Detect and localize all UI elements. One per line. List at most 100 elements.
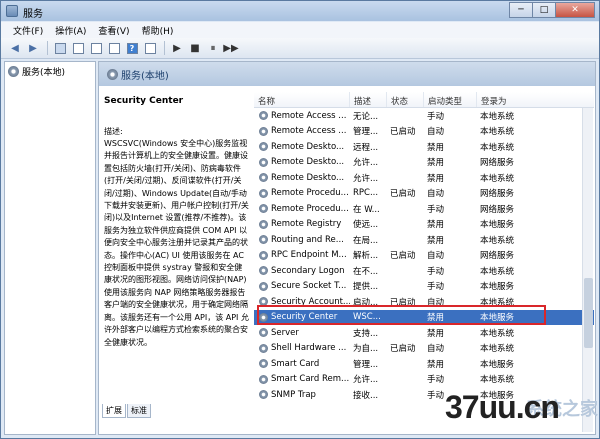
gear-icon: [259, 142, 268, 152]
service-description: 解析...: [353, 251, 379, 262]
menu-help[interactable]: 帮助(H): [136, 22, 180, 38]
tab-standard[interactable]: 标准: [127, 404, 151, 418]
service-name: Server: [254, 328, 350, 338]
gear-icon: [259, 281, 268, 291]
console-tree: 服务(本地): [4, 61, 96, 435]
service-log-on-as: 本地系统: [480, 111, 515, 122]
service-log-on-as: 本地系统: [480, 173, 515, 184]
start-service-icon[interactable]: ▶: [169, 40, 185, 56]
table-row[interactable]: Remote Deskto... 允许... 禁用 网络服务: [254, 155, 594, 171]
service-status: 已启动: [390, 251, 416, 262]
table-row[interactable]: Secure Socket T... 提供... 手动 本地服务: [254, 279, 594, 295]
properties-icon[interactable]: [70, 40, 86, 56]
table-row[interactable]: Remote Access ... 管理... 已启动 自动 本地系统: [254, 124, 594, 140]
service-startup-type: 禁用: [427, 220, 445, 231]
help-icon[interactable]: ?: [124, 40, 140, 56]
service-name: Remote Deskto...: [254, 173, 350, 183]
service-name-text: Remote Access ...: [271, 110, 347, 121]
table-row[interactable]: Shell Hardware ... 为自... 已启动 自动 本地系统: [254, 341, 594, 357]
table-row[interactable]: Remote Registry 使远... 禁用 本地服务: [254, 217, 594, 233]
service-log-on-as: 本地系统: [480, 142, 515, 153]
service-startup-type: 禁用: [427, 359, 445, 370]
service-startup-type: 手动: [427, 375, 445, 386]
toolbar: ◀ ▶ ? ▶ ■ ⏸ ▶▶: [1, 38, 599, 59]
service-log-on-as: 本地系统: [480, 127, 515, 138]
table-row[interactable]: Remote Access ... 无论... 手动 本地系统: [254, 108, 594, 124]
service-name-text: Remote Deskto...: [271, 141, 345, 152]
service-name: Shell Hardware ...: [254, 343, 350, 353]
service-description: 允许...: [353, 375, 379, 386]
service-name: RPC Endpoint M...: [254, 250, 350, 260]
column-log-on-as[interactable]: 登录为: [477, 92, 594, 107]
close-button[interactable]: ✕: [555, 2, 595, 18]
table-row[interactable]: Remote Procedu... 在 W... 手动 网络服务: [254, 201, 594, 217]
service-log-on-as: 网络服务: [480, 204, 515, 215]
service-name-text: SNMP Trap: [271, 389, 316, 400]
scrollbar-thumb[interactable]: [584, 278, 593, 348]
service-description: 管理...: [353, 359, 379, 370]
minimize-button[interactable]: ─: [509, 2, 533, 18]
export-list-icon[interactable]: [106, 40, 122, 56]
service-name: Secondary Logon: [254, 266, 350, 276]
service-name-text: Remote Access ...: [271, 126, 347, 137]
service-startup-type: 自动: [427, 189, 445, 200]
refresh-icon[interactable]: [88, 40, 104, 56]
table-row[interactable]: Secondary Logon 在不... 手动 本地系统: [254, 263, 594, 279]
pause-service-icon[interactable]: ⏸: [205, 40, 221, 56]
service-title: Security Center: [104, 96, 184, 106]
service-status: 已启动: [390, 344, 416, 355]
services-window: 服务 ─ □ ✕ 文件(F) 操作(A) 查看(V) 帮助(H) ◀ ▶ ? ▶…: [0, 0, 600, 439]
menu-view[interactable]: 查看(V): [92, 22, 135, 38]
pane-header-title: 服务(本地): [121, 70, 169, 82]
service-description: 远程...: [353, 142, 379, 153]
table-row[interactable]: Remote Deskto... 远程... 禁用 本地系统: [254, 139, 594, 155]
table-row[interactable]: Remote Procedu... RPC... 已启动 自动 网络服务: [254, 186, 594, 202]
service-name-text: RPC Endpoint M...: [271, 250, 347, 261]
table-row[interactable]: Smart Card Rem... 允许... 手动 本地系统: [254, 372, 594, 388]
table-row[interactable]: Smart Card 管理... 禁用 本地服务: [254, 356, 594, 372]
menu-file[interactable]: 文件(F): [7, 22, 49, 38]
gear-icon: [259, 204, 268, 214]
service-description: RPC...: [353, 188, 379, 199]
maximize-button[interactable]: □: [532, 2, 556, 18]
console-tree-icon[interactable]: [52, 40, 68, 56]
table-row[interactable]: Remote Deskto... 允许... 禁用 本地系统: [254, 170, 594, 186]
column-status[interactable]: 状态: [387, 92, 424, 107]
vertical-scrollbar[interactable]: [582, 108, 593, 432]
gear-icon: [107, 68, 118, 80]
gear-icon: [259, 219, 268, 229]
gear-icon: [259, 359, 268, 369]
service-startup-type: 手动: [427, 111, 445, 122]
column-description[interactable]: 描述: [350, 92, 387, 107]
service-name-text: Remote Procedu...: [271, 203, 349, 214]
service-name-text: Secondary Logon: [271, 265, 345, 276]
service-log-on-as: 本地系统: [480, 344, 515, 355]
table-row[interactable]: Server 支持... 禁用 本地系统: [254, 325, 594, 341]
description-label: 描述:: [104, 127, 123, 136]
highlight-annotation: [257, 305, 546, 325]
tree-item-label: 服务(本地): [22, 68, 66, 78]
service-name-text: Server: [271, 327, 299, 338]
service-name: Remote Deskto...: [254, 157, 350, 167]
forward-icon[interactable]: ▶: [25, 40, 41, 56]
restart-service-icon[interactable]: ▶▶: [223, 40, 239, 56]
service-log-on-as: 网络服务: [480, 251, 515, 262]
service-name: Remote Access ...: [254, 111, 350, 121]
column-startup-type[interactable]: 启动类型: [424, 92, 477, 107]
title-bar[interactable]: 服务 ─ □ ✕: [1, 1, 599, 21]
service-name: Remote Access ...: [254, 126, 350, 136]
service-status: 已启动: [390, 189, 416, 200]
service-name-text: Secure Socket T...: [271, 281, 347, 292]
back-icon[interactable]: ◀: [7, 40, 23, 56]
service-log-on-as: 本地系统: [480, 375, 515, 386]
stop-service-icon[interactable]: ■: [187, 40, 203, 56]
service-description: 无论...: [353, 111, 379, 122]
table-row[interactable]: RPC Endpoint M... 解析... 已启动 自动 网络服务: [254, 248, 594, 264]
menu-action[interactable]: 操作(A): [49, 22, 92, 38]
service-name: Remote Procedu...: [254, 188, 350, 198]
show-hide-pane-icon[interactable]: [142, 40, 158, 56]
table-row[interactable]: Routing and Re... 在局... 禁用 本地系统: [254, 232, 594, 248]
tree-item-services-local[interactable]: 服务(本地): [8, 65, 65, 78]
tab-extended[interactable]: 扩展: [102, 404, 126, 418]
service-startup-type: 手动: [427, 266, 445, 277]
